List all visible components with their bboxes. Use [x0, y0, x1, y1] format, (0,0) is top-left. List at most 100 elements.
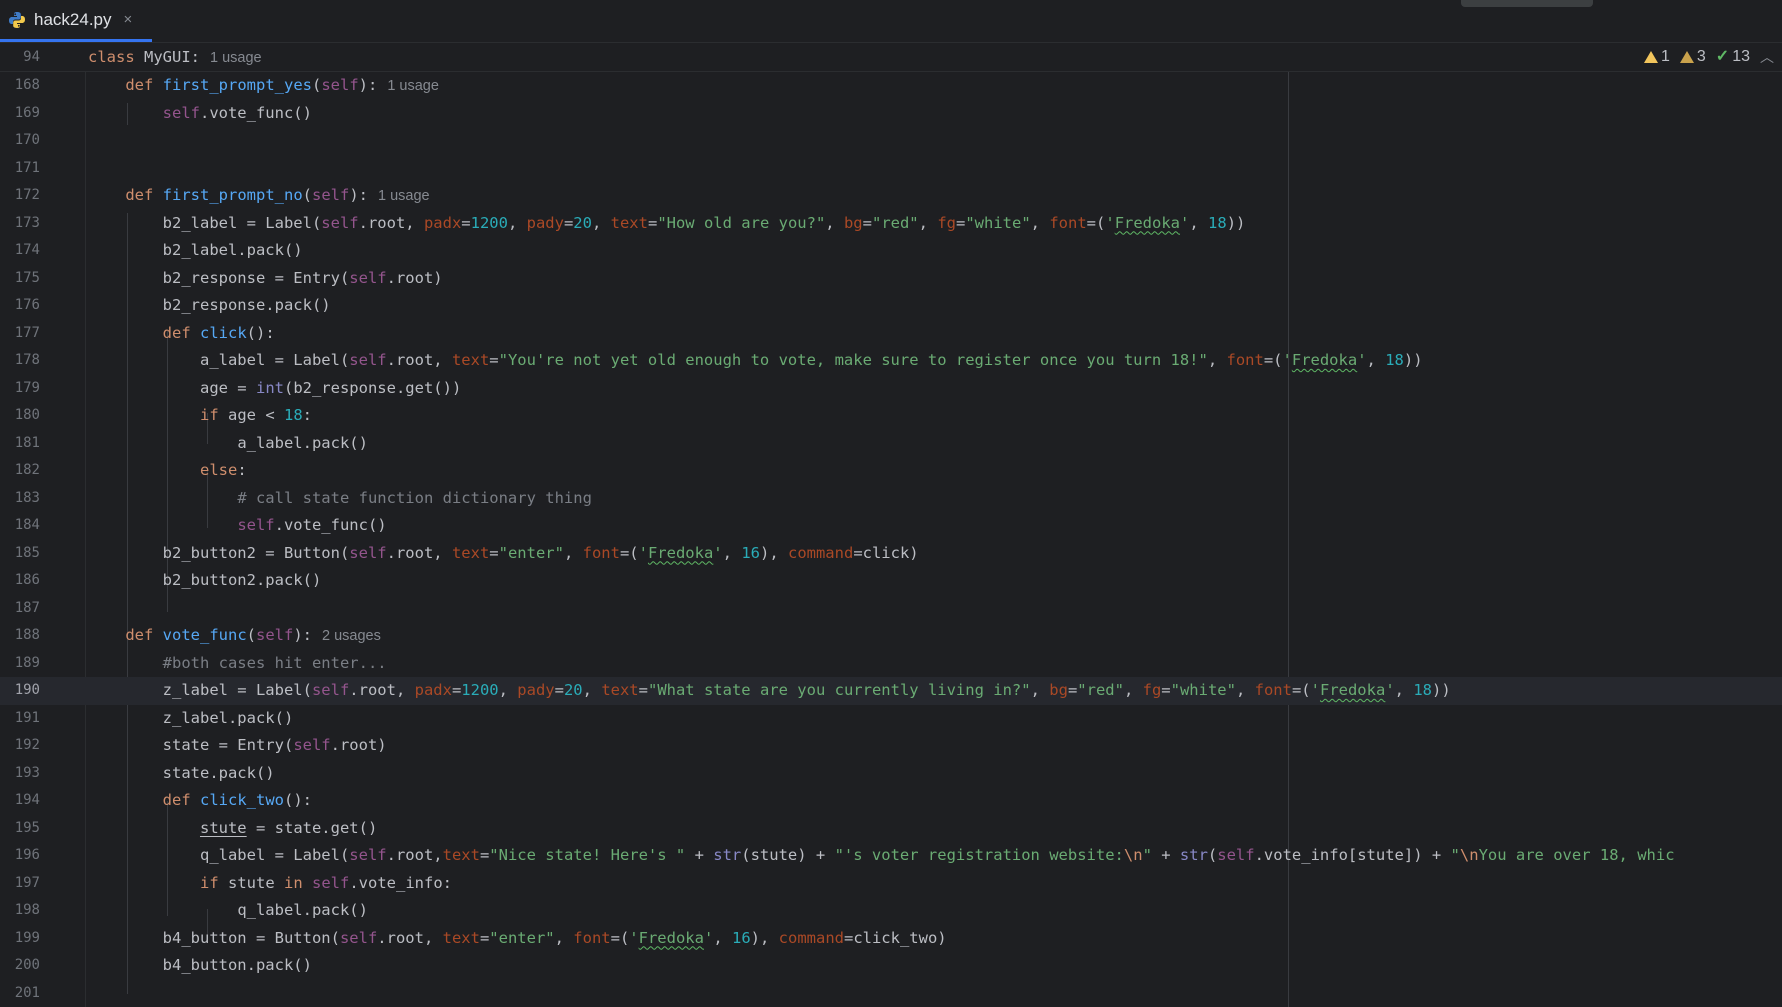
code-line[interactable]: 175 b2_response = Entry(self.root)	[0, 265, 1782, 293]
usage-hint[interactable]: 1 usage	[387, 78, 439, 94]
line-text: self.vote_func()	[162, 103, 312, 122]
line-text: #both cases hit enter...	[162, 653, 387, 672]
code-line[interactable]: 172 def first_prompt_no(self): 1 usage	[0, 182, 1782, 210]
line-number: 171	[14, 159, 40, 176]
code-line[interactable]: 182 else:	[0, 457, 1782, 485]
line-number: 169	[14, 104, 40, 121]
line-number: 173	[14, 214, 40, 231]
code-line[interactable]: 168 def first_prompt_yes(self): 1 usage	[0, 72, 1782, 100]
code-line[interactable]: 201	[0, 980, 1782, 1007]
line-number: 197	[14, 874, 40, 891]
line-number: 199	[14, 929, 40, 946]
code-line[interactable]: 189 #both cases hit enter...	[0, 650, 1782, 678]
ok-count[interactable]: ✓ 13	[1716, 43, 1750, 71]
line-number: 180	[14, 407, 40, 423]
weak-warning-icon	[1679, 51, 1694, 63]
line-number: 195	[14, 819, 40, 836]
editor-tab-bar: hack24.py ×	[0, 0, 1782, 43]
code-line[interactable]: 192 state = Entry(self.root)	[0, 732, 1782, 760]
code-line-current[interactable]: 190 z_label = Label(self.root, padx=1200…	[0, 677, 1782, 705]
line-number: 190	[14, 682, 40, 698]
code-line[interactable]: 170	[0, 127, 1782, 155]
code-line[interactable]: 193 state.pack()	[0, 760, 1782, 788]
code-line[interactable]: 179 age = int(b2_response.get())	[0, 375, 1782, 403]
code-line[interactable]: 187	[0, 595, 1782, 623]
class-name: MyGUI:	[144, 48, 201, 66]
inspection-widget[interactable]: 1 3 ✓ 13 ︿	[1643, 43, 1774, 71]
usage-hint[interactable]: 2 usages	[322, 628, 381, 644]
code-line[interactable]: 198 q_label.pack()	[0, 897, 1782, 925]
code-editor[interactable]: 168 def first_prompt_yes(self): 1 usage 1…	[0, 72, 1782, 1007]
line-number: 196	[14, 847, 40, 863]
code-line[interactable]: 200 b4_button.pack()	[0, 952, 1782, 980]
line-number: 172	[14, 187, 40, 203]
line-text: a_label.pack()	[237, 433, 368, 452]
code-line[interactable]: 178 a_label = Label(self.root, text="You…	[0, 347, 1782, 375]
checkmark-icon: ✓	[1715, 48, 1730, 65]
code-line[interactable]: 169 self.vote_func()	[0, 100, 1782, 128]
code-line[interactable]: 171	[0, 155, 1782, 183]
line-text: b2_button2.pack()	[162, 571, 322, 589]
line-number: 187	[14, 599, 40, 616]
chevron-up-icon[interactable]: ︿	[1760, 43, 1774, 71]
code-line[interactable]: 183 # call state function dictionary thi…	[0, 485, 1782, 513]
line-number: 177	[14, 324, 40, 341]
code-line[interactable]: 181 a_label.pack()	[0, 430, 1782, 458]
line-number: 184	[14, 517, 40, 533]
line-number: 192	[14, 737, 40, 753]
keyword: class	[88, 48, 135, 66]
line-number: 174	[14, 242, 40, 258]
code-line[interactable]: 184 self.vote_func()	[0, 512, 1782, 540]
line-text: if age < 18:	[199, 406, 312, 424]
code-line[interactable]: 188 def vote_func(self): 2 usages	[0, 622, 1782, 650]
line-text: q_label = Label(self.root,text="Nice sta…	[88, 846, 1675, 864]
line-text: b2_response = Entry(self.root)	[88, 268, 443, 287]
line-text: def first_prompt_no(self): 1 usage	[125, 186, 430, 204]
code-line[interactable]: 195 stute = state.get()	[0, 815, 1782, 843]
line-text: age = int(b2_response.get())	[88, 378, 462, 397]
line-number: 188	[14, 627, 40, 643]
code-line[interactable]: 180 if age < 18:	[0, 402, 1782, 430]
line-text: z_label.pack()	[162, 708, 294, 727]
code-line[interactable]: 173 b2_label = Label(self.root, padx=120…	[0, 210, 1782, 238]
code-line[interactable]: 199 b4_button = Button(self.root, text="…	[0, 925, 1782, 953]
line-number: 185	[14, 544, 40, 561]
line-number: 198	[14, 902, 40, 918]
close-icon[interactable]: ×	[124, 11, 133, 28]
code-line[interactable]: 185 b2_button2 = Button(self.root, text=…	[0, 540, 1782, 568]
code-line[interactable]: 176 b2_response.pack()	[0, 292, 1782, 320]
sticky-scope-header[interactable]: 94 class MyGUI: 1 usage 1 3 ✓ 13 ︿	[0, 43, 1782, 72]
code-line[interactable]: 191 z_label.pack()	[0, 705, 1782, 733]
line-text: a_label = Label(self.root, text="You're …	[88, 351, 1423, 369]
line-text: def click_two():	[162, 791, 312, 809]
line-text: z_label = Label(self.root, padx=1200, pa…	[88, 681, 1451, 699]
line-number: 186	[14, 572, 40, 588]
usage-hint[interactable]: 1 usage	[210, 50, 262, 66]
line-text: b2_label.pack()	[162, 241, 303, 259]
usage-hint[interactable]: 1 usage	[378, 188, 430, 204]
line-number: 182	[14, 462, 40, 478]
line-text: b2_label = Label(self.root, padx=1200, p…	[88, 213, 1246, 232]
code-line[interactable]: 186 b2_button2.pack()	[0, 567, 1782, 595]
line-number: 191	[14, 709, 40, 726]
warning-count[interactable]: 3	[1679, 43, 1706, 71]
code-line[interactable]: 174 b2_label.pack()	[0, 237, 1782, 265]
code-line[interactable]: 194 def click_two():	[0, 787, 1782, 815]
code-line[interactable]: 177 def click():	[0, 320, 1782, 348]
line-text: b4_button.pack()	[162, 956, 312, 974]
line-number: 175	[14, 269, 40, 286]
toolbar-popup-edge	[1461, 0, 1593, 7]
line-number: 176	[14, 297, 40, 313]
line-text: state = Entry(self.root)	[88, 736, 387, 754]
error-count[interactable]: 1	[1643, 43, 1670, 71]
line-text: b2_button2 = Button(self.root, text="ent…	[88, 543, 919, 562]
line-text: def click():	[162, 323, 275, 342]
line-text: if stute in self.vote_info:	[199, 873, 452, 892]
code-line[interactable]: 197 if stute in self.vote_info:	[0, 870, 1782, 898]
tab-hack24-py[interactable]: hack24.py ×	[0, 0, 152, 42]
line-number: 201	[14, 984, 40, 1001]
line-number: 193	[14, 764, 40, 781]
line-text: q_label.pack()	[237, 901, 368, 919]
code-line[interactable]: 196 q_label = Label(self.root,text="Nice…	[0, 842, 1782, 870]
line-text: else:	[199, 461, 247, 479]
